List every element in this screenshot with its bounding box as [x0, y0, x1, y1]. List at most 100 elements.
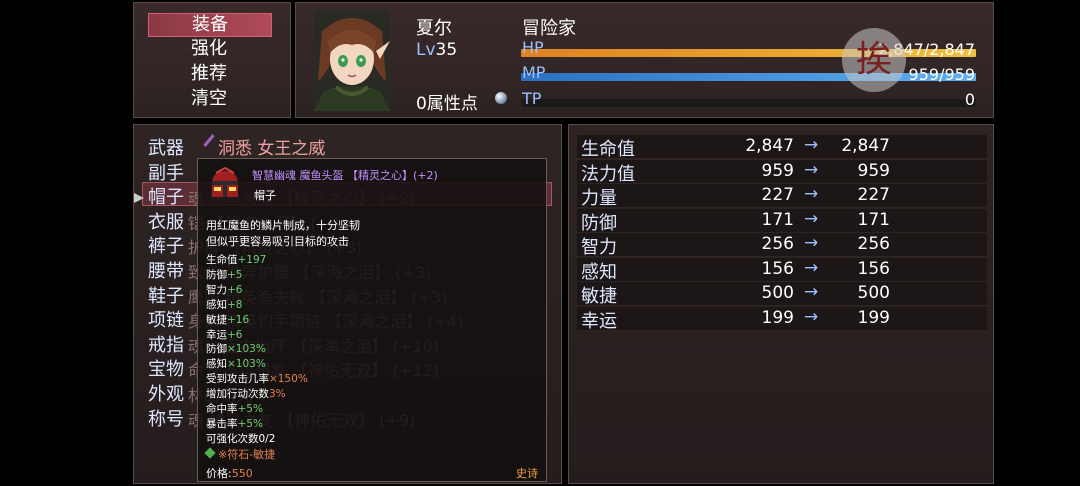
stat-key: 暴击率	[206, 417, 238, 430]
stat-value: ×103%	[227, 343, 266, 356]
tp-gauge-bg	[521, 99, 976, 107]
equip-slot-label[interactable]: 帽子	[148, 183, 184, 209]
stat-value: +5%	[237, 417, 263, 430]
param-name: 力量	[581, 188, 617, 209]
param-current: 959	[761, 160, 794, 181]
stat-value: +16	[227, 313, 250, 326]
tooltip-stat: 智力+6	[206, 282, 242, 297]
stat-value: +5	[227, 268, 243, 281]
actor-portrait	[314, 11, 390, 111]
tooltip-type: 帽子	[254, 189, 276, 202]
param-new: 500	[857, 283, 890, 303]
actor-level: Lv35	[416, 40, 457, 60]
equip-slot-label[interactable]: 副手	[148, 159, 184, 185]
param-current: 256	[761, 234, 794, 254]
tooltip-stat: 防御+5	[206, 267, 242, 282]
tooltip-stat: 生命值+197	[206, 252, 266, 267]
arrow-icon: →	[804, 233, 819, 253]
wand-icon	[203, 134, 215, 147]
tooltip-stat: 暴击率+5%	[206, 416, 263, 431]
tooltip-stat: 受到攻击几率×150%	[206, 371, 308, 386]
arrow-icon: →	[804, 306, 819, 327]
helmet-icon	[208, 166, 242, 203]
param-new: 199	[857, 307, 890, 328]
param-row: 法力值 959 → 959	[577, 159, 987, 185]
param-new: 959	[857, 160, 890, 181]
tp-label: TP	[522, 89, 542, 108]
tp-value: 0	[964, 90, 975, 109]
attribute-points: 0属性点	[416, 94, 478, 114]
param-row: 幸运 199 → 199	[577, 306, 987, 332]
hp-label: HP	[522, 38, 544, 57]
stat-value: +6	[227, 283, 243, 296]
equip-slot-label[interactable]: 武器	[148, 134, 184, 160]
equip-slot-label[interactable]: 宝物	[148, 355, 184, 381]
command-window: 装备 强化 推荐 清空	[133, 2, 291, 118]
stat-key: 生命值	[206, 254, 238, 266]
tooltip-stat: 感知×103%	[206, 356, 266, 371]
tooltip-stat: 敏捷+16	[206, 312, 249, 327]
tooltip-rune: ※符石-敏捷	[218, 448, 276, 461]
price-value: 550	[231, 467, 253, 480]
stat-value: ×103%	[227, 358, 266, 371]
portrait-image	[314, 11, 390, 111]
stat-key: 受到攻击几率	[206, 373, 269, 386]
tooltip-rarity: 史诗	[516, 467, 538, 480]
param-name: 敏捷	[581, 286, 617, 307]
stat-value: +6	[227, 328, 243, 341]
tooltip-stat: 防御×103%	[206, 341, 266, 356]
tooltip-stat: 可强化次数0/2	[206, 431, 275, 446]
price-label: 价格:	[206, 467, 232, 480]
equip-slot-label[interactable]: 称号	[148, 405, 184, 431]
tooltip-stat: 感知+8	[206, 297, 242, 312]
param-row: 智力 256 → 256	[577, 233, 987, 258]
param-new: 227	[857, 185, 890, 205]
item-tooltip: 智慧幽魂 魔鱼头盔 【精灵之心】(+2) 帽子 用红魔鱼的鳞片制成，十分坚韧 但…	[197, 158, 547, 482]
level-value: 35	[435, 40, 458, 60]
command-optimize[interactable]: 强化	[148, 38, 270, 60]
equip-slot-label[interactable]: 腰带	[148, 257, 184, 283]
stat-key: 可强化次数	[206, 432, 259, 445]
arrow-icon: →	[804, 282, 819, 302]
tooltip-stat: 增加行动次数3%	[206, 386, 286, 401]
tooltip-stat: 命中率+5%	[206, 401, 263, 416]
equip-slot-label[interactable]: 戒指	[148, 331, 184, 357]
tooltip-price: 价格:550	[206, 465, 253, 481]
level-label: Lv	[416, 40, 436, 60]
equip-slot-label[interactable]: 鞋子	[148, 282, 184, 308]
stat-key: 防御	[206, 268, 227, 281]
param-current: 500	[761, 283, 794, 303]
param-name: 智力	[581, 237, 617, 258]
equip-slot-label[interactable]: 衣服	[148, 208, 184, 234]
param-name: 防御	[581, 212, 617, 234]
stat-key: 智力	[206, 283, 227, 296]
tooltip-title: 智慧幽魂 魔鱼头盔 【精灵之心】(+2)	[252, 169, 438, 182]
param-current: 227	[761, 185, 794, 205]
orb-icon	[495, 92, 507, 104]
equip-slot-label[interactable]: 外观	[148, 380, 184, 406]
command-equip[interactable]: 装备	[148, 13, 272, 37]
stat-key: 增加行动次数	[206, 388, 269, 401]
param-current: 199	[761, 307, 794, 328]
stat-key: 幸运	[206, 328, 227, 341]
param-row: 力量 227 → 227	[577, 184, 987, 209]
param-current: 156	[761, 258, 794, 279]
param-new: 171	[857, 209, 890, 230]
param-name: 生命值	[581, 139, 635, 160]
stat-key: 命中率	[206, 403, 238, 415]
param-new: 256	[857, 234, 890, 254]
rune-icon	[204, 447, 216, 459]
arrow-icon: →	[804, 257, 819, 278]
stat-value: +197	[237, 254, 267, 266]
equip-slot-label[interactable]: 裤子	[148, 232, 184, 258]
stat-value: +8	[227, 298, 243, 311]
equip-slot-label[interactable]: 项链	[148, 306, 184, 332]
param-name: 法力值	[581, 163, 635, 185]
arrow-icon: →	[804, 184, 819, 204]
command-recommend[interactable]: 推荐	[148, 63, 270, 85]
stat-key: 感知	[206, 298, 227, 311]
param-row: 生命值 2,847 → 2,847	[577, 135, 987, 160]
float-badge-button[interactable]: 挨	[842, 28, 906, 92]
weapon-item-name: 洞悉 女王之威	[218, 139, 326, 159]
command-clear[interactable]: 清空	[148, 88, 270, 110]
